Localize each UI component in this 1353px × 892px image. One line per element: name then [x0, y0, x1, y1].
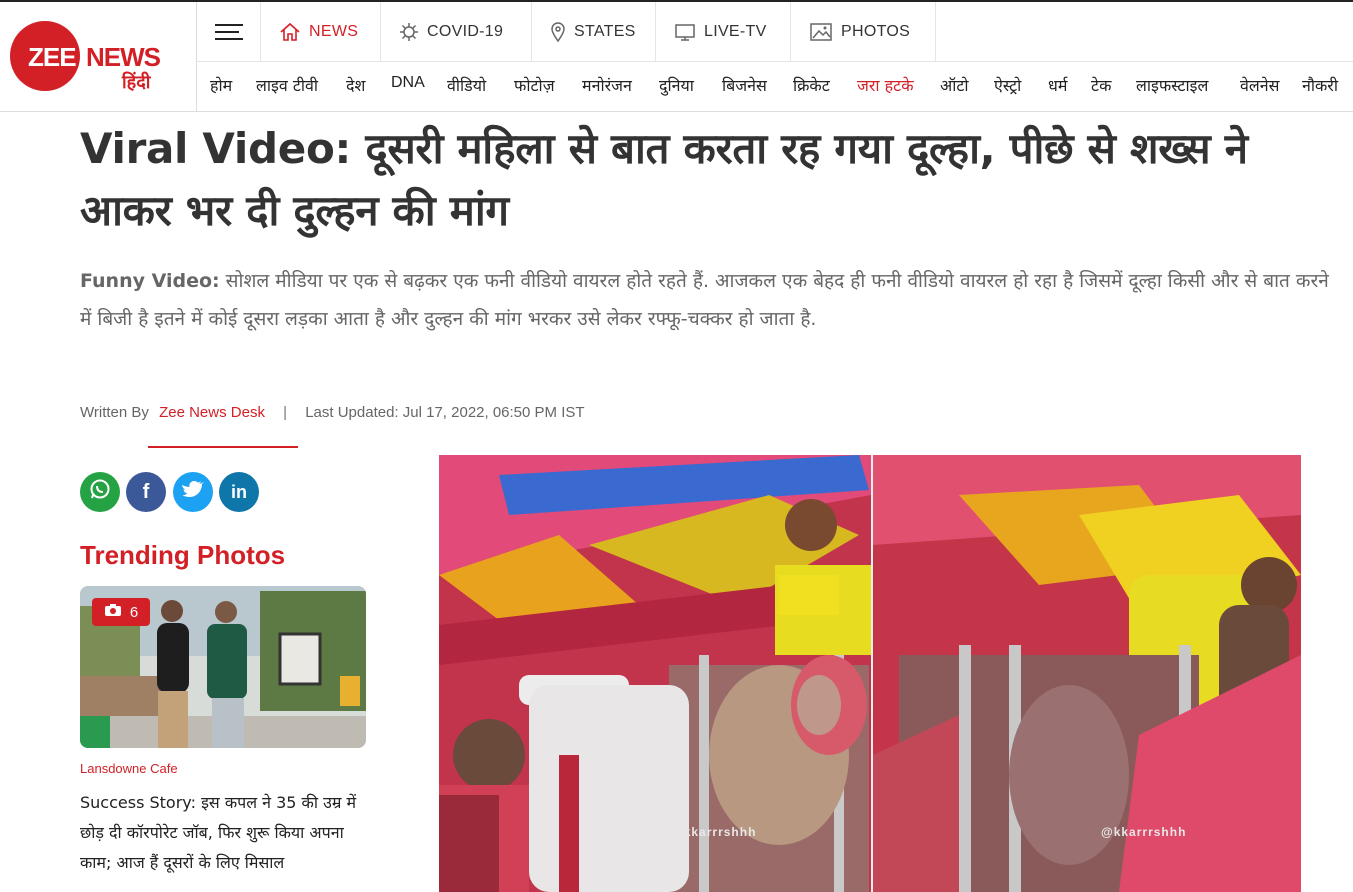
facebook-share-button[interactable]: f	[126, 472, 166, 512]
category-world[interactable]: दुनिया	[659, 74, 694, 96]
site-header: ZEE NEWS हिंदी NEWS COVID-19 STATES LIVE…	[0, 0, 1353, 112]
summary-text: सोशल मीडिया पर एक से बढ़कर एक फनी वीडियो…	[80, 270, 1329, 330]
article-headline: Viral Video: दूसरी महिला से बात करता रह …	[80, 124, 1248, 235]
category-cricket[interactable]: क्रिकेट	[793, 74, 830, 96]
category-nav: होम लाइव टीवी देश DNA वीडियो फोटोज़ मनोर…	[197, 62, 1353, 110]
logo-hindi-text: हिंदी	[122, 72, 151, 93]
video-watermark-left: @kkarrrshhh	[671, 825, 757, 839]
category-auto[interactable]: ऑटो	[940, 74, 969, 96]
byline-separator: |	[283, 404, 288, 421]
tab-covid[interactable]: COVID-19	[381, 2, 532, 61]
logo-zee-text: ZEE	[28, 42, 77, 72]
category-business[interactable]: बिजनेस	[722, 74, 767, 96]
tab-news-label: NEWS	[309, 22, 359, 40]
photo-icon	[809, 22, 833, 42]
category-zara-hatke[interactable]: जरा हटके	[857, 74, 914, 96]
linkedin-share-button[interactable]: in	[219, 472, 259, 512]
article-hero-image[interactable]: @kkarrrshhh @kkarrrshhh	[439, 455, 1301, 892]
logo-news-text: NEWS	[86, 42, 161, 72]
article-summary: Funny Video: सोशल मीडिया पर एक से बढ़कर …	[80, 262, 1340, 338]
trending-story-link[interactable]: Success Story: इस कपल ने 35 की उम्र में …	[80, 788, 380, 878]
tab-covid-label: COVID-19	[427, 22, 504, 40]
home-icon	[279, 22, 301, 42]
byline-underline	[148, 446, 298, 448]
tab-states-label: STATES	[574, 22, 636, 40]
category-desh[interactable]: देश	[346, 74, 365, 96]
category-photos[interactable]: फोटोज़	[514, 74, 555, 96]
tv-icon	[674, 22, 696, 42]
trending-photos-heading: Trending Photos	[80, 540, 286, 570]
hamburger-line	[215, 31, 239, 33]
whatsapp-icon	[88, 477, 112, 507]
main-nav: NEWS COVID-19 STATES LIVE-TV PHOTOS	[197, 2, 1353, 62]
tab-news[interactable]: NEWS	[261, 2, 381, 61]
category-astro[interactable]: ऐस्ट्रो	[994, 74, 1021, 96]
category-video[interactable]: वीडियो	[447, 74, 486, 96]
virus-icon	[399, 22, 419, 42]
summary-lead: Funny Video:	[80, 270, 220, 292]
category-entertainment[interactable]: मनोरंजन	[582, 74, 632, 96]
linkedin-icon: in	[231, 481, 247, 502]
tab-live-tv[interactable]: LIVE-TV	[656, 2, 791, 61]
category-dna[interactable]: DNA	[391, 74, 425, 92]
trending-tag[interactable]: Lansdowne Cafe	[80, 761, 178, 776]
category-jobs[interactable]: नौकरी	[1302, 74, 1338, 96]
last-updated: Last Updated: Jul 17, 2022, 06:50 PM IST	[305, 404, 585, 421]
trending-photo-card[interactable]: 6	[80, 586, 366, 748]
category-live-tv[interactable]: लाइव टीवी	[256, 74, 318, 96]
map-pin-icon	[550, 21, 566, 42]
photo-count: 6	[129, 603, 139, 621]
tab-photos-label: PHOTOS	[841, 22, 911, 40]
menu-button[interactable]	[197, 2, 261, 61]
tab-states[interactable]: STATES	[532, 2, 656, 61]
category-tech[interactable]: टेक	[1091, 74, 1111, 96]
category-dharm[interactable]: धर्म	[1048, 74, 1067, 96]
tab-live-tv-label: LIVE-TV	[704, 22, 767, 40]
site-logo[interactable]: ZEE NEWS हिंदी	[8, 18, 168, 96]
category-wellness[interactable]: वेलनेस	[1240, 74, 1279, 96]
tab-photos[interactable]: PHOTOS	[791, 2, 936, 61]
whatsapp-share-button[interactable]	[80, 472, 120, 512]
hamburger-line	[215, 38, 243, 40]
written-by-label: Written By	[80, 404, 149, 421]
video-watermark-right: @kkarrrshhh	[1101, 825, 1187, 839]
camera-icon	[104, 603, 122, 621]
hamburger-line	[215, 24, 243, 26]
facebook-icon: f	[142, 480, 150, 503]
author-link[interactable]: Zee News Desk	[159, 404, 265, 421]
category-lifestyle[interactable]: लाइफस्टाइल	[1136, 74, 1208, 96]
photo-count-badge: 6	[92, 598, 150, 626]
article-byline: Written By Zee News Desk | Last Updated:…	[80, 404, 585, 421]
twitter-share-button[interactable]	[173, 472, 213, 512]
twitter-icon	[181, 479, 204, 505]
category-home[interactable]: होम	[210, 74, 232, 96]
